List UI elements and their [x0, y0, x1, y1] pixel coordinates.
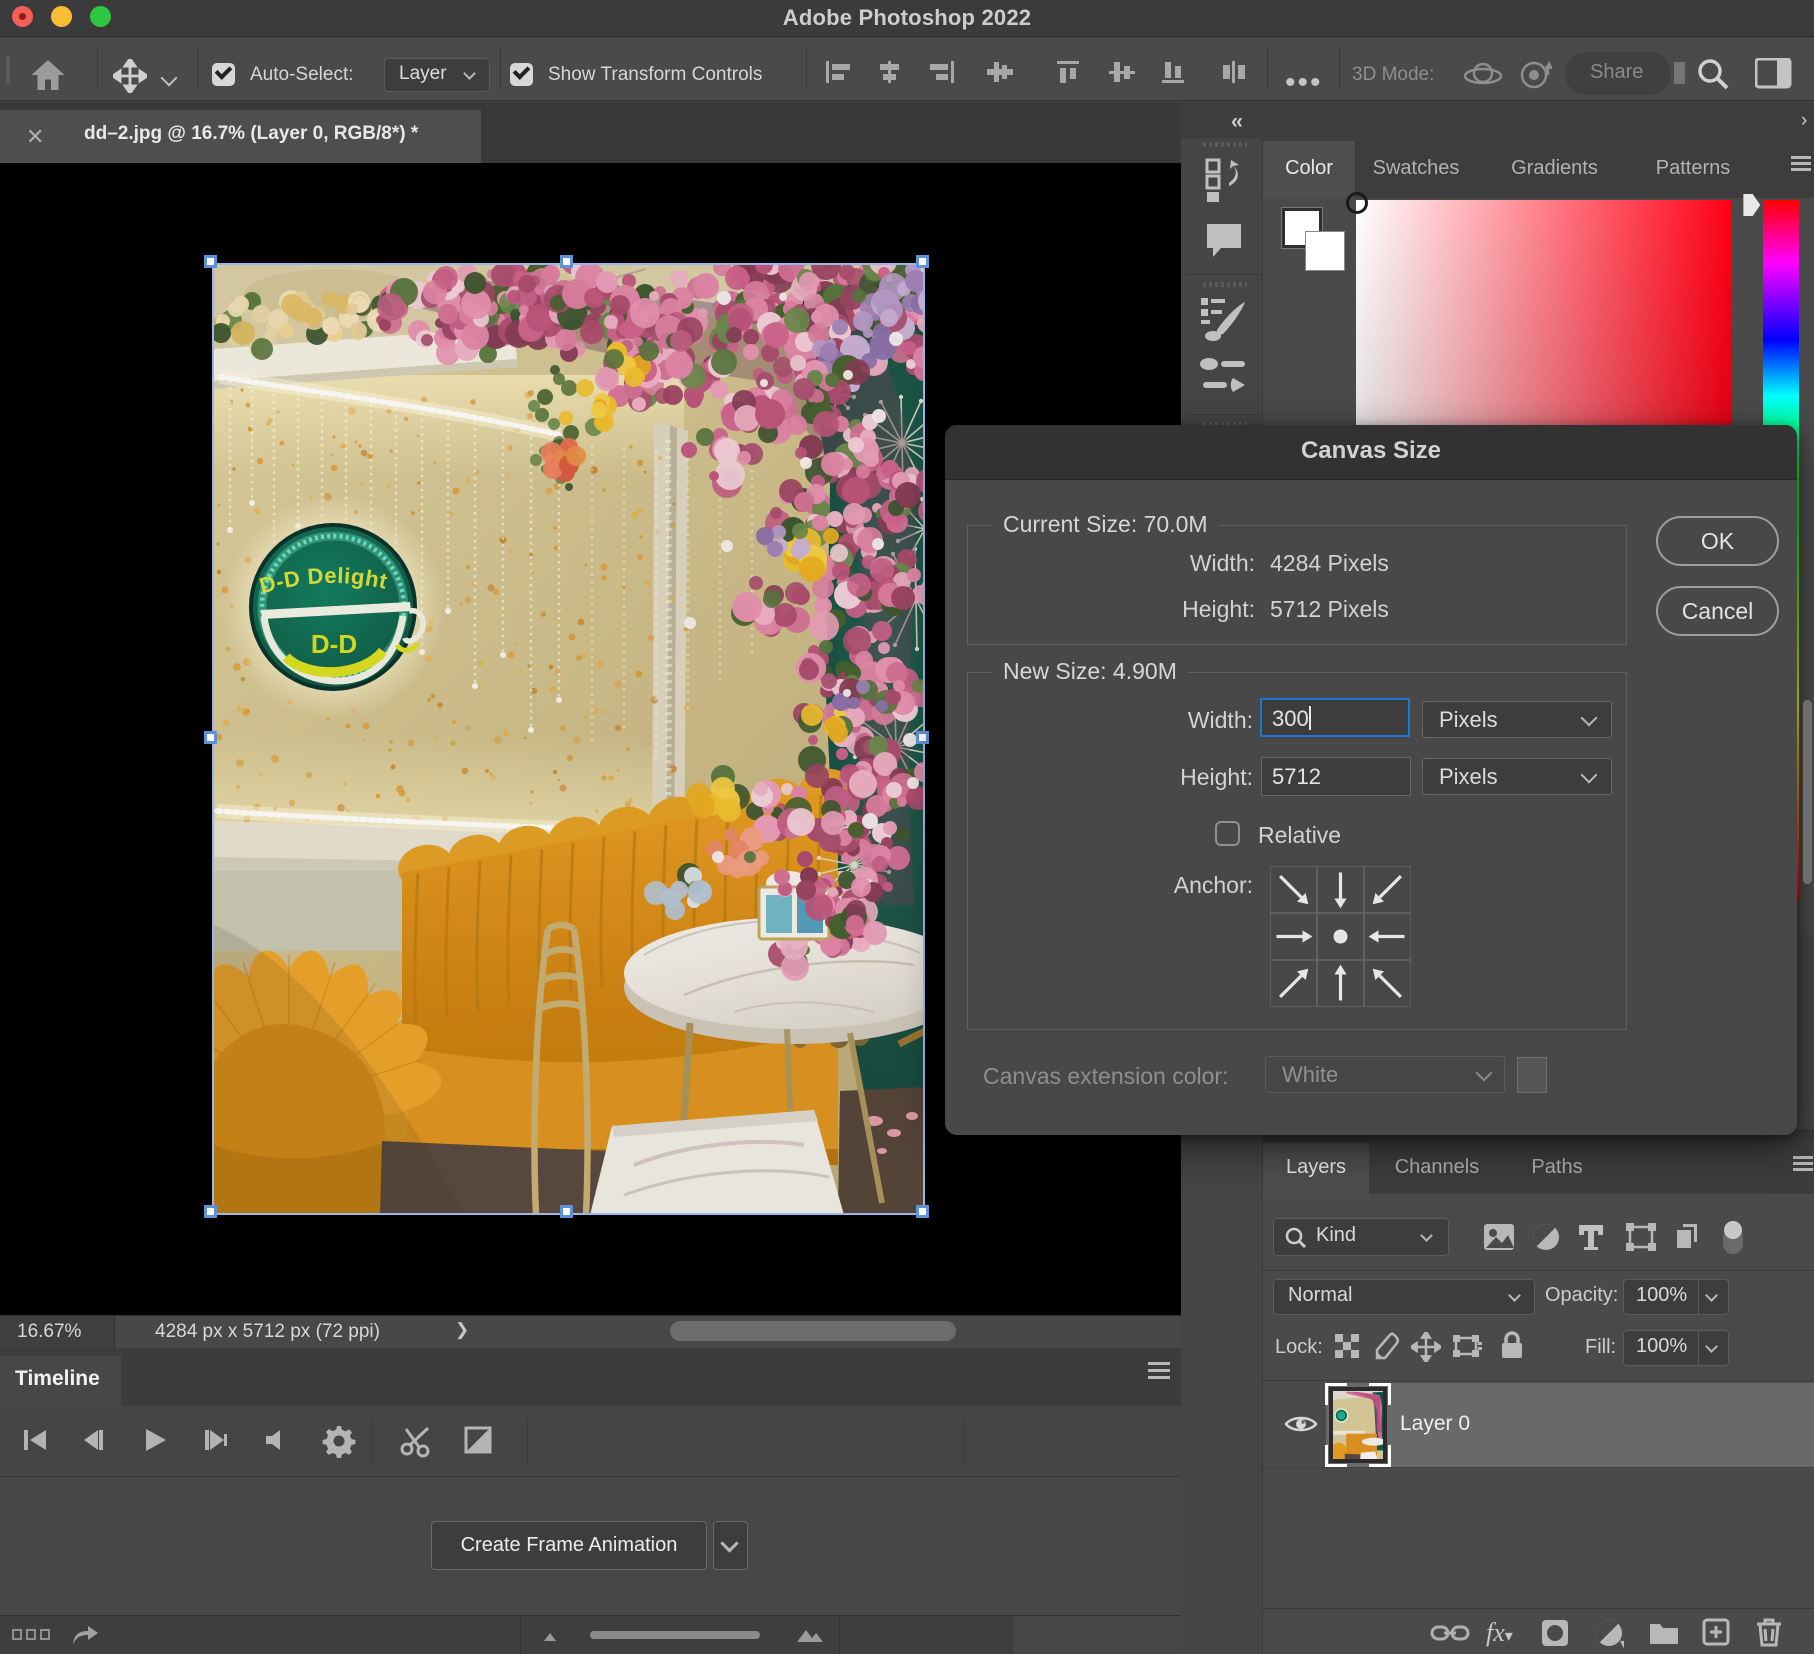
- svg-text:▾: ▾: [1620, 1635, 1624, 1648]
